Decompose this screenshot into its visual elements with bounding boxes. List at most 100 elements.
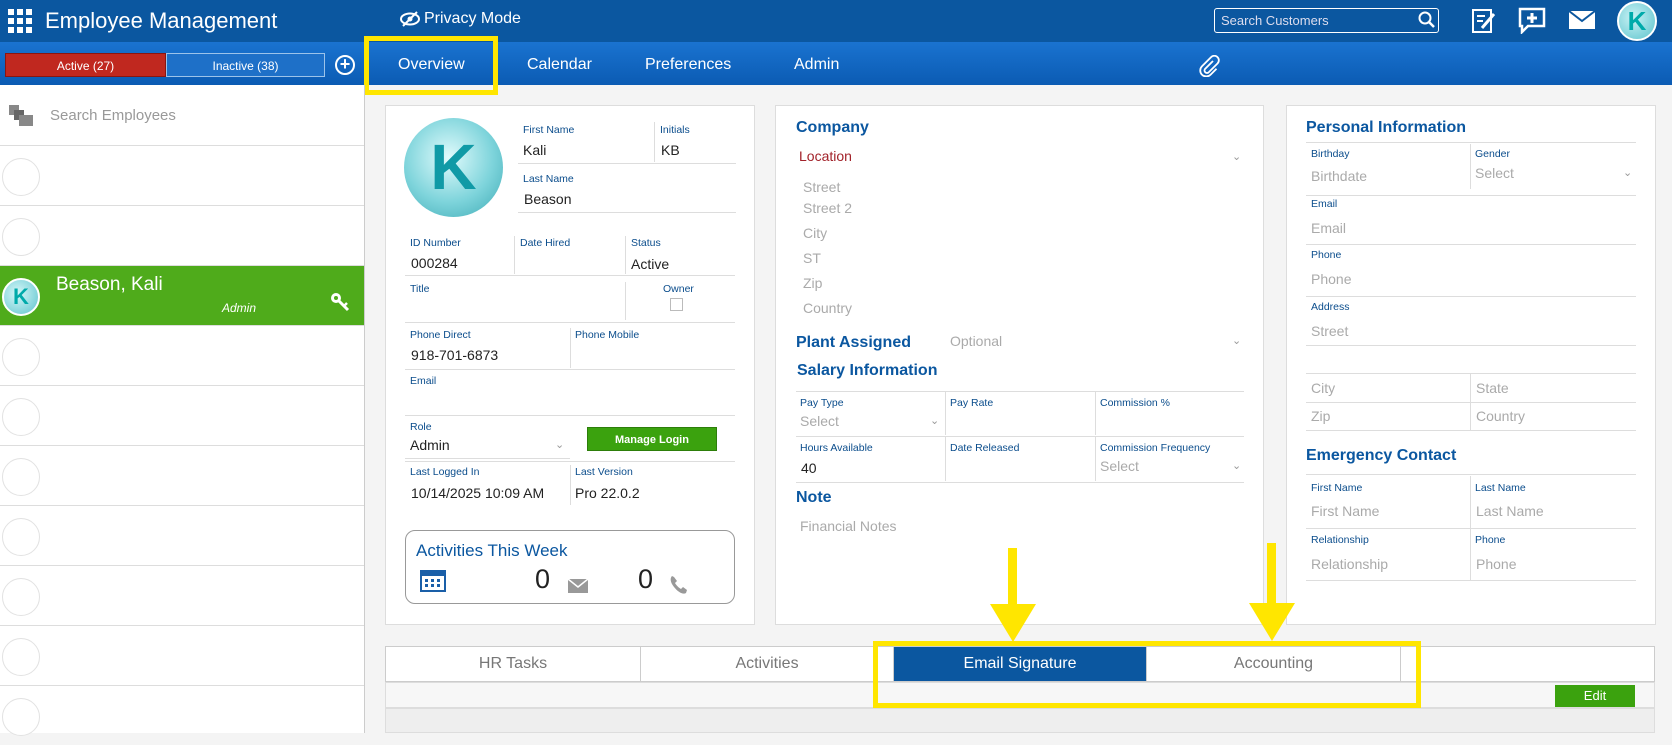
mail-icon[interactable]	[1568, 10, 1596, 30]
highlight-overview-box	[364, 36, 498, 95]
divider	[625, 282, 626, 320]
app-title: Employee Management	[45, 8, 278, 33]
privacy-mode-toggle[interactable]: Privacy Mode	[400, 10, 521, 28]
state-field[interactable]: ST	[803, 250, 821, 266]
date-released-label: Date Released	[950, 442, 1020, 454]
owner-checkbox[interactable]	[670, 298, 683, 311]
notes-edit-icon[interactable]	[1470, 6, 1496, 34]
status-field[interactable]: Active	[631, 256, 669, 272]
divider	[1306, 142, 1636, 143]
tab-content-area	[385, 708, 1655, 733]
divider	[405, 458, 570, 459]
last-logged-in-value: 10/14/2025 10:09 AM	[411, 485, 545, 501]
list-item[interactable]	[0, 565, 364, 625]
avatar	[2, 638, 40, 676]
list-item[interactable]	[0, 445, 364, 505]
chevron-down-icon[interactable]: ⌄	[930, 414, 939, 427]
list-item[interactable]	[0, 205, 364, 265]
list-item[interactable]	[0, 325, 364, 385]
birthday-field[interactable]: Birthdate	[1311, 168, 1367, 184]
calendar-icon[interactable]	[420, 568, 446, 592]
nav-admin[interactable]: Admin	[794, 56, 839, 74]
ec-first-name-field[interactable]: First Name	[1311, 503, 1379, 519]
company-title: Company	[796, 119, 869, 136]
phone-direct-field[interactable]: 918-701-6873	[411, 347, 498, 363]
zip-field[interactable]: Zip	[803, 275, 822, 291]
ec-relationship-field[interactable]: Relationship	[1311, 556, 1388, 572]
divider	[518, 163, 736, 164]
list-item[interactable]	[0, 625, 364, 685]
paperclip-icon[interactable]	[1198, 55, 1220, 77]
country-field[interactable]: Country	[803, 300, 852, 316]
divider	[518, 212, 736, 213]
profile-avatar[interactable]: K	[404, 118, 503, 217]
address-state-field[interactable]: State	[1476, 380, 1509, 396]
note-title: Note	[796, 489, 832, 506]
inactive-employees-tab[interactable]: Inactive (38)	[166, 53, 325, 77]
search-icon[interactable]	[1418, 11, 1436, 29]
chevron-down-icon[interactable]: ⌄	[1623, 166, 1632, 179]
add-comment-icon[interactable]	[1518, 6, 1546, 34]
app-grid-icon[interactable]	[8, 9, 32, 33]
phone-field[interactable]: Phone	[1311, 271, 1351, 287]
search-customers-input[interactable]: Search Customers	[1214, 8, 1439, 33]
active-employees-tab[interactable]: Active (27)	[5, 53, 166, 77]
nav-calendar[interactable]: Calendar	[527, 56, 592, 74]
tab-activities[interactable]: Activities	[641, 647, 894, 681]
divider	[1306, 580, 1636, 581]
first-name-field[interactable]: Kali	[523, 142, 546, 158]
manage-login-button[interactable]: Manage Login	[587, 427, 717, 451]
id-number-field[interactable]: 000284	[411, 255, 458, 271]
plant-assigned-select[interactable]: Optional	[950, 333, 1002, 349]
location-select[interactable]: Location	[799, 148, 852, 164]
address-city-field[interactable]: City	[1311, 380, 1335, 396]
last-name-field[interactable]: Beason	[524, 191, 571, 207]
status-label: Status	[631, 237, 661, 249]
divider	[405, 415, 735, 416]
phone-mobile-label: Phone Mobile	[575, 329, 640, 341]
initials-label: Initials	[660, 124, 690, 136]
ec-last-name-field[interactable]: Last Name	[1476, 503, 1544, 519]
last-logged-in-label: Last Logged In	[410, 466, 480, 478]
search-employees-input[interactable]: Search Employees	[50, 107, 176, 124]
address-street-field[interactable]: Street	[1311, 323, 1348, 339]
user-avatar[interactable]: K	[1617, 1, 1657, 41]
list-item[interactable]	[0, 145, 364, 205]
divider	[1470, 144, 1471, 189]
gender-select[interactable]: Select	[1475, 165, 1514, 181]
ec-phone-field[interactable]: Phone	[1476, 556, 1516, 572]
last-name-label: Last Name	[523, 173, 574, 185]
id-number-label: ID Number	[410, 237, 461, 249]
tab-hr-tasks[interactable]: HR Tasks	[386, 647, 641, 681]
street-field[interactable]: Street	[803, 179, 840, 195]
divider	[1306, 373, 1636, 374]
key-icon	[331, 293, 350, 312]
role-select[interactable]: Admin	[410, 437, 450, 453]
chevron-down-icon[interactable]: ⌄	[1232, 150, 1241, 163]
list-item[interactable]	[0, 505, 364, 565]
employee-role: Admin	[222, 301, 257, 315]
list-item[interactable]	[0, 685, 364, 745]
street2-field[interactable]: Street 2	[803, 200, 852, 216]
hours-available-field[interactable]: 40	[801, 460, 817, 476]
nav-preferences[interactable]: Preferences	[645, 56, 731, 74]
initials-field[interactable]: KB	[661, 142, 680, 158]
email-field[interactable]: Email	[1311, 220, 1346, 236]
add-employee-button[interactable]: +	[335, 55, 355, 75]
financial-notes-field[interactable]: Financial Notes	[800, 518, 897, 534]
address-country-field[interactable]: Country	[1476, 408, 1525, 424]
commission-frequency-select[interactable]: Select	[1100, 458, 1139, 474]
hours-available-label: Hours Available	[800, 442, 873, 454]
city-field[interactable]: City	[803, 225, 827, 241]
chevron-down-icon[interactable]: ⌄	[555, 438, 564, 451]
list-item-selected[interactable]: K Beason, Kali Admin	[0, 265, 364, 325]
edit-button[interactable]: Edit	[1555, 685, 1635, 707]
divider	[1306, 296, 1636, 297]
divider	[1306, 244, 1636, 245]
first-name-label: First Name	[523, 124, 575, 136]
address-zip-field[interactable]: Zip	[1311, 408, 1330, 424]
list-item[interactable]	[0, 385, 364, 445]
chevron-down-icon[interactable]: ⌄	[1232, 334, 1241, 347]
pay-type-select[interactable]: Select	[800, 413, 839, 429]
chevron-down-icon[interactable]: ⌄	[1232, 459, 1241, 472]
